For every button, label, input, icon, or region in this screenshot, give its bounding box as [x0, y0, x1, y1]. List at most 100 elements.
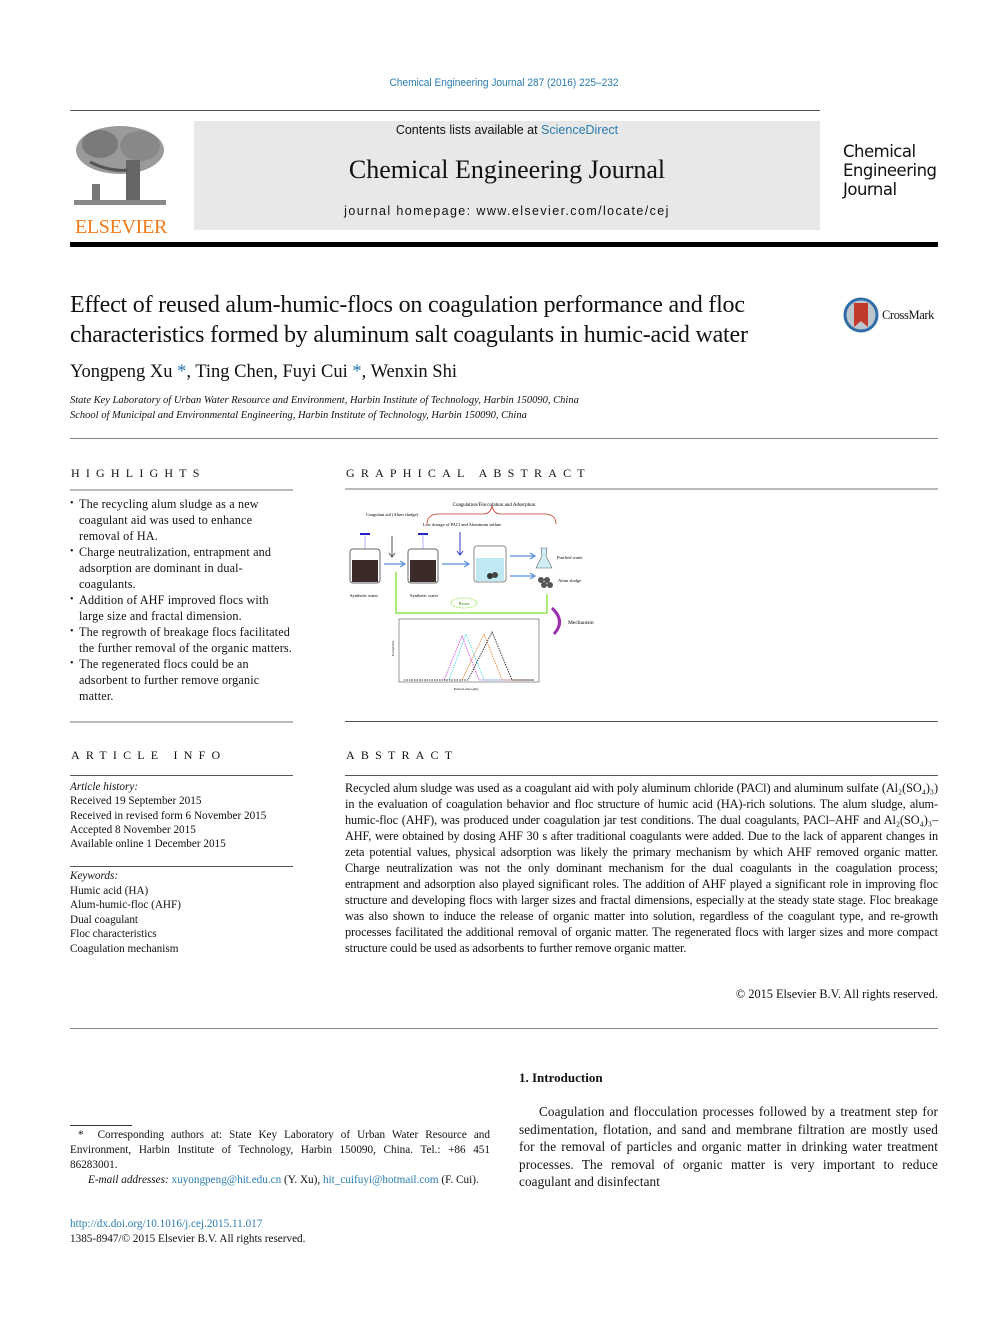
author-name[interactable]: Fuyi Cui — [282, 362, 347, 382]
title-divider — [70, 438, 938, 439]
highlight-item: The regrowth of breakage flocs facilitat… — [70, 624, 292, 656]
crossmark-button[interactable]: CrossMark — [843, 297, 934, 333]
header-thick-rule — [70, 242, 938, 247]
highlight-item: The regenerated flocs could be an adsorb… — [70, 656, 292, 704]
journal-logo-line: Chemical — [843, 142, 916, 161]
abstract-text: Recycled alum sludge was used as a coagu… — [345, 781, 938, 955]
doi-block: http://dx.doi.org/10.1016/j.cej.2015.11.… — [70, 1217, 305, 1247]
keywords: Keywords: Humic acid (HA) Alum-humic-flo… — [70, 869, 181, 956]
article-title: Effect of reused alum-humic-flocs on coa… — [70, 292, 748, 348]
reuse-label: Reuse — [459, 601, 470, 606]
arrow-down-icon — [456, 532, 464, 556]
highlights-rule — [70, 489, 293, 491]
elsevier-tree-icon — [70, 122, 170, 210]
alum-sludge-label: Alum sludge — [558, 578, 581, 583]
keyword: Humic acid (HA) — [70, 884, 149, 897]
contents-prefix: Contents lists available at — [395, 123, 542, 137]
history-item: Accepted 8 November 2015 — [70, 823, 196, 836]
corresponding-text: Corresponding authors at: State Key Labo… — [70, 1129, 490, 1171]
journal-banner: Contents lists available at ScienceDirec… — [194, 121, 820, 230]
abstract-rule — [345, 775, 938, 776]
affiliation: School of Municipal and Environmental En… — [70, 410, 527, 421]
elsevier-logo[interactable]: ELSEVIER — [70, 122, 172, 238]
distribution-plot — [398, 618, 540, 683]
article-info-heading: ARTICLE INFO — [71, 748, 227, 762]
email-label: E-mail addresses: — [88, 1174, 169, 1186]
footnote-mark: * — [78, 1129, 84, 1141]
highlights-heading: HIGHLIGHTS — [71, 466, 206, 480]
abstract-heading: ABSTRACT — [346, 748, 459, 762]
history-item: Received in revised form 6 November 2015 — [70, 809, 267, 822]
flask-icon — [535, 547, 553, 569]
crossmark-icon — [843, 297, 879, 333]
history-item: Received 19 September 2015 — [70, 795, 202, 808]
email-owner: (F. Cui). — [438, 1174, 479, 1186]
abstract-bottom-rule — [70, 1028, 938, 1029]
beaker-icon — [349, 533, 381, 584]
corresponding-author-mark[interactable]: * — [352, 362, 361, 382]
keywords-label: Keywords: — [70, 870, 119, 882]
corresponding-footnote: * Corresponding authors at: State Key La… — [70, 1128, 490, 1173]
plot-ylabel: Probability — [391, 640, 395, 656]
arrow-icon — [384, 560, 407, 568]
doi-link[interactable]: http://dx.doi.org/10.1016/j.cej.2015.11.… — [70, 1218, 262, 1230]
highlights-list: The recycling alum sludge as a new coagu… — [70, 496, 292, 704]
graphical-abstract-heading: GRAPHICAL ABSTRACT — [346, 466, 591, 480]
journal-logo-line: Engineering — [843, 161, 937, 180]
author-separator: , — [361, 362, 371, 382]
arrow-icon — [442, 560, 471, 568]
highlight-item: Charge neutralization, entrapment and ad… — [70, 544, 292, 592]
keyword: Dual coagulant — [70, 913, 139, 926]
email-link[interactable]: hit_cuifuyi@hotmail.com — [323, 1174, 439, 1186]
journal-citation-link[interactable]: Chemical Engineering Journal 287 (2016) … — [40, 77, 967, 89]
keyword: Floc characteristics — [70, 928, 157, 940]
footnote-rule — [70, 1125, 132, 1126]
introduction-text: Coagulation and flocculation processes f… — [519, 1104, 938, 1189]
author-name[interactable]: Wenxin Shi — [371, 362, 457, 382]
elsevier-wordmark: ELSEVIER — [74, 216, 168, 238]
footnote: * Corresponding authors at: State Key La… — [70, 1128, 490, 1188]
beaker-icon — [407, 533, 439, 584]
journal-name: Chemical Engineering Journal — [348, 155, 666, 184]
synthetic-water-label: Synthetic water — [410, 593, 439, 598]
coagulant-aid-label: Coagulant aid (Alum sludge) — [366, 512, 419, 517]
highlight-item: Addition of AHF improved flocs with larg… — [70, 592, 292, 624]
beaker-icon — [473, 545, 507, 583]
corresponding-author-mark[interactable]: * — [177, 362, 186, 382]
sciencedirect-link[interactable]: ScienceDirect — [541, 123, 618, 137]
arrow-icon — [510, 552, 537, 560]
header-divider — [70, 110, 820, 111]
author-list: Yongpeng Xu *, Ting Chen, Fuyi Cui *, We… — [70, 362, 457, 383]
arrow-down-icon — [388, 536, 396, 558]
history-item: Available online 1 December 2015 — [70, 838, 226, 851]
author-separator: , — [186, 362, 196, 382]
email-footnote: E-mail addresses: xuyongpeng@hit.edu.cn … — [70, 1173, 490, 1188]
synthetic-water-label: Synthetic water — [350, 593, 379, 598]
history-label: Article history: — [70, 781, 139, 793]
graphical-abstract-bottom-rule — [345, 721, 938, 722]
graphical-abstract-figure[interactable]: Coagulation/Flocculation and Adsorption … — [344, 496, 614, 696]
journal-logo-line: Journal — [843, 180, 897, 199]
keywords-rule — [70, 866, 293, 867]
mechanism-arrow-icon — [550, 606, 561, 636]
keyword: Alum-humic-floc (AHF) — [70, 899, 181, 911]
low-dosage-label: Low dosage of PACl and Aluminum sulfate — [423, 522, 502, 527]
arrow-icon — [510, 572, 537, 580]
author-name[interactable]: Yongpeng Xu — [70, 362, 172, 382]
affiliation: State Key Laboratory of Urban Water Reso… — [70, 395, 579, 406]
keyword: Coagulation mechanism — [70, 942, 179, 955]
abstract-copyright: © 2015 Elsevier B.V. All rights reserved… — [735, 987, 938, 1001]
mechanism-label: Mechanism — [568, 620, 594, 626]
purified-water-label: Purified water — [557, 555, 583, 560]
journal-homepage[interactable]: journal homepage: www.elsevier.com/locat… — [194, 204, 820, 218]
article-history: Article history: Received 19 September 2… — [70, 780, 266, 851]
plot-xlabel: Particle size (μm) — [454, 687, 480, 691]
highlights-bottom-rule — [70, 721, 293, 723]
introduction-heading: 1. Introduction — [519, 1070, 603, 1085]
alum-sludge-icon — [538, 577, 553, 588]
email-owner: (Y. Xu), — [281, 1174, 323, 1186]
contents-line: Contents lists available at ScienceDirec… — [194, 123, 820, 137]
article-info-rule — [70, 775, 293, 776]
author-name[interactable]: Ting Chen — [195, 362, 273, 382]
email-link[interactable]: xuyongpeng@hit.edu.cn — [171, 1174, 281, 1186]
